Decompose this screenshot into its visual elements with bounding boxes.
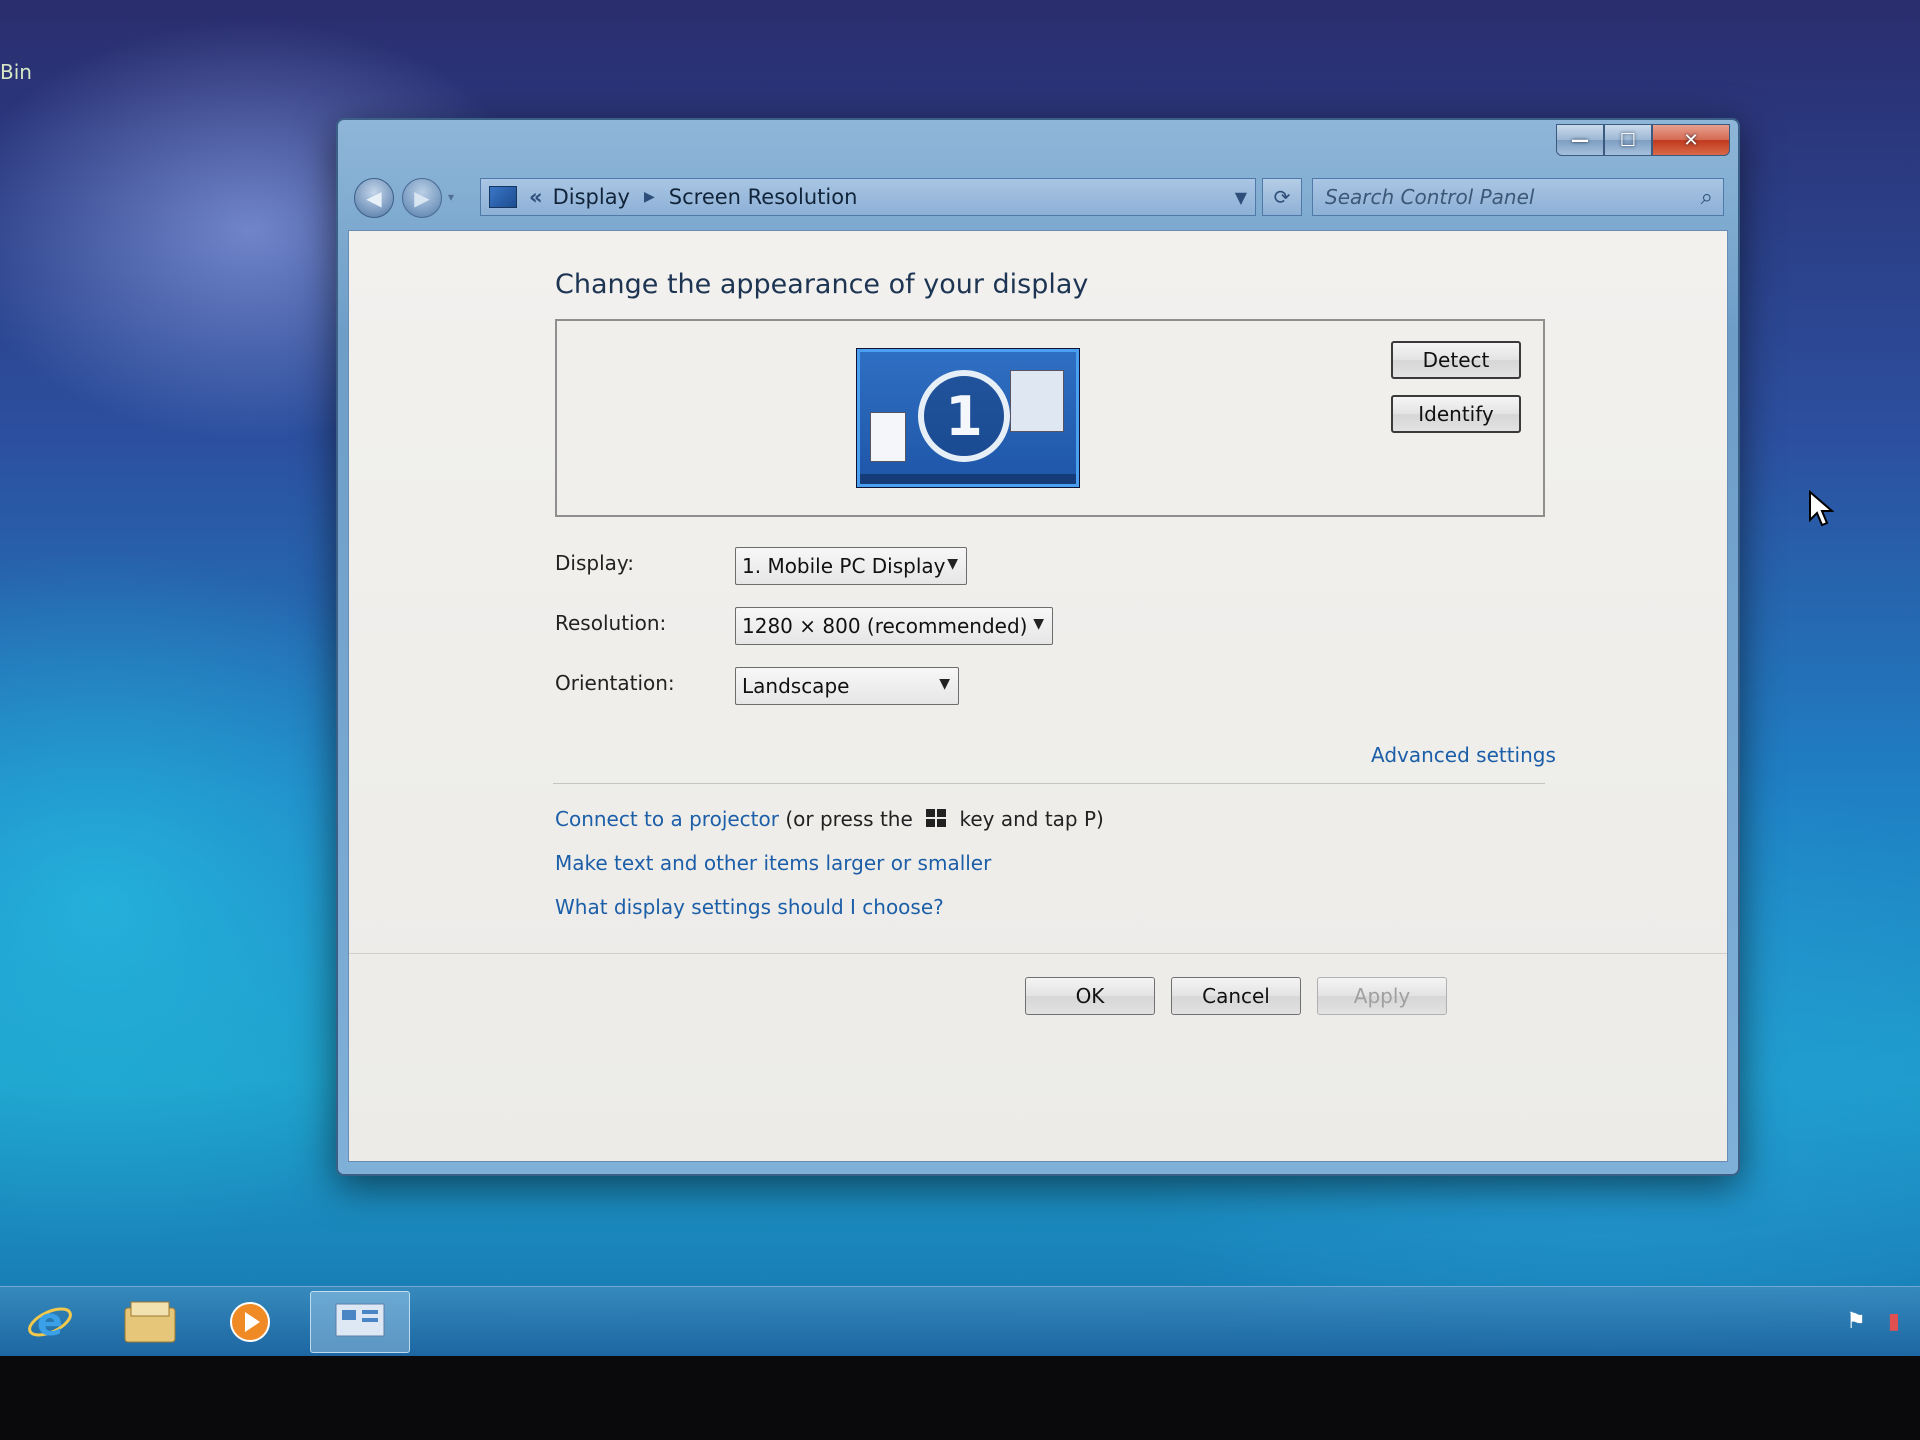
control-panel-icon <box>335 1303 385 1337</box>
breadcrumb-separator-icon[interactable]: ▶ <box>644 189 655 205</box>
dropdown-arrow-icon: ▼ <box>1033 616 1044 632</box>
refresh-icon: ⟳ <box>1273 185 1291 209</box>
caption-buttons: — ☐ ✕ <box>1556 124 1730 156</box>
projector-hint-text: (or press the <box>785 807 913 831</box>
taskbar-windows-explorer[interactable] <box>100 1291 200 1353</box>
breadcrumb-display[interactable]: Display <box>553 185 630 209</box>
media-player-icon <box>230 1302 270 1342</box>
forward-arrow-icon: ▶ <box>414 186 430 210</box>
content-pane: Change the appearance of your display 1 … <box>348 230 1728 1162</box>
orientation-label: Orientation: <box>555 671 675 695</box>
action-center-flag-icon[interactable]: ⚑ <box>1846 1309 1866 1334</box>
folder-icon <box>124 1301 176 1343</box>
monitor-taskbar <box>860 474 1076 484</box>
system-tray: ⚑ ▮ <box>1846 1309 1900 1334</box>
resolution-label: Resolution: <box>555 611 667 635</box>
display-label: Display: <box>555 551 635 575</box>
dropdown-arrow-icon: ▼ <box>939 676 950 692</box>
resolution-select-value: 1280 × 800 (recommended) <box>742 614 1028 638</box>
maximize-button[interactable]: ☐ <box>1604 124 1652 156</box>
identify-button[interactable]: Identify <box>1391 395 1521 433</box>
projector-line: Connect to a projector (or press the key… <box>555 807 1104 831</box>
search-input[interactable] <box>1325 185 1685 209</box>
section-divider <box>553 783 1545 784</box>
orientation-select-value: Landscape <box>742 674 850 698</box>
breadcrumb-overflow[interactable]: « <box>529 185 543 209</box>
search-box: ⌕ <box>1312 178 1724 216</box>
close-button[interactable]: ✕ <box>1652 124 1730 156</box>
screen-bezel <box>0 1356 1920 1440</box>
monitor-window-icon <box>1010 370 1064 432</box>
search-icon[interactable]: ⌕ <box>1701 185 1713 210</box>
monitor-number: 1 <box>918 370 1010 462</box>
forward-button[interactable]: ▶ <box>402 178 442 218</box>
display-preview-area: 1 Detect Identify <box>555 319 1545 517</box>
navigation-bar: ◀ ▶ ▾ « Display ▶ Screen Resolution ▼ ⟳ … <box>354 176 1724 220</box>
minimize-button[interactable]: — <box>1556 124 1604 156</box>
refresh-button[interactable]: ⟳ <box>1262 178 1302 216</box>
resolution-select[interactable]: 1280 × 800 (recommended) ▼ <box>735 607 1053 645</box>
display-control-panel-icon <box>489 186 517 208</box>
taskbar-control-panel[interactable] <box>310 1291 410 1353</box>
display-help-link[interactable]: What display settings should I choose? <box>555 895 944 919</box>
orientation-select[interactable]: Landscape ▼ <box>735 667 959 705</box>
breadcrumb-screen-resolution[interactable]: Screen Resolution <box>669 185 858 209</box>
dropdown-arrow-icon: ▼ <box>947 556 958 572</box>
ok-button[interactable]: OK <box>1025 977 1155 1015</box>
power-icon[interactable]: ▮ <box>1888 1309 1900 1334</box>
internet-explorer-icon: e <box>28 1300 72 1344</box>
cancel-button[interactable]: Cancel <box>1171 977 1301 1015</box>
footer-divider <box>349 953 1727 954</box>
taskbar-internet-explorer[interactable]: e <box>0 1291 100 1353</box>
screen-resolution-window: — ☐ ✕ ◀ ▶ ▾ « Display ▶ Screen Resolutio… <box>336 118 1740 1176</box>
display-select-value: 1. Mobile PC Display <box>742 554 946 578</box>
recent-pages-dropdown[interactable]: ▾ <box>448 190 454 204</box>
address-dropdown-icon[interactable]: ▼ <box>1235 188 1247 207</box>
page-title: Change the appearance of your display <box>555 269 1089 300</box>
advanced-settings-link[interactable]: Advanced settings <box>1371 743 1556 767</box>
recycle-bin-label[interactable]: Bin <box>0 60 32 84</box>
back-button[interactable]: ◀ <box>354 178 394 218</box>
svg-text:e: e <box>37 1300 63 1344</box>
projector-hint-text-end: key and tap P) <box>959 807 1104 831</box>
monitor-document-icon <box>870 412 906 462</box>
back-arrow-icon: ◀ <box>366 186 382 210</box>
mouse-pointer-icon <box>1809 490 1834 527</box>
detect-button[interactable]: Detect <box>1391 341 1521 379</box>
taskbar-media-player[interactable] <box>200 1291 300 1353</box>
windows-logo-icon <box>926 809 947 827</box>
monitor-1-icon[interactable]: 1 <box>857 349 1079 487</box>
connect-projector-link[interactable]: Connect to a projector <box>555 807 779 831</box>
text-size-link[interactable]: Make text and other items larger or smal… <box>555 851 991 875</box>
taskbar: e ⚑ ▮ <box>0 1286 1920 1356</box>
address-bar[interactable]: « Display ▶ Screen Resolution ▼ <box>480 178 1256 216</box>
apply-button[interactable]: Apply <box>1317 977 1447 1015</box>
display-select[interactable]: 1. Mobile PC Display ▼ <box>735 547 967 585</box>
